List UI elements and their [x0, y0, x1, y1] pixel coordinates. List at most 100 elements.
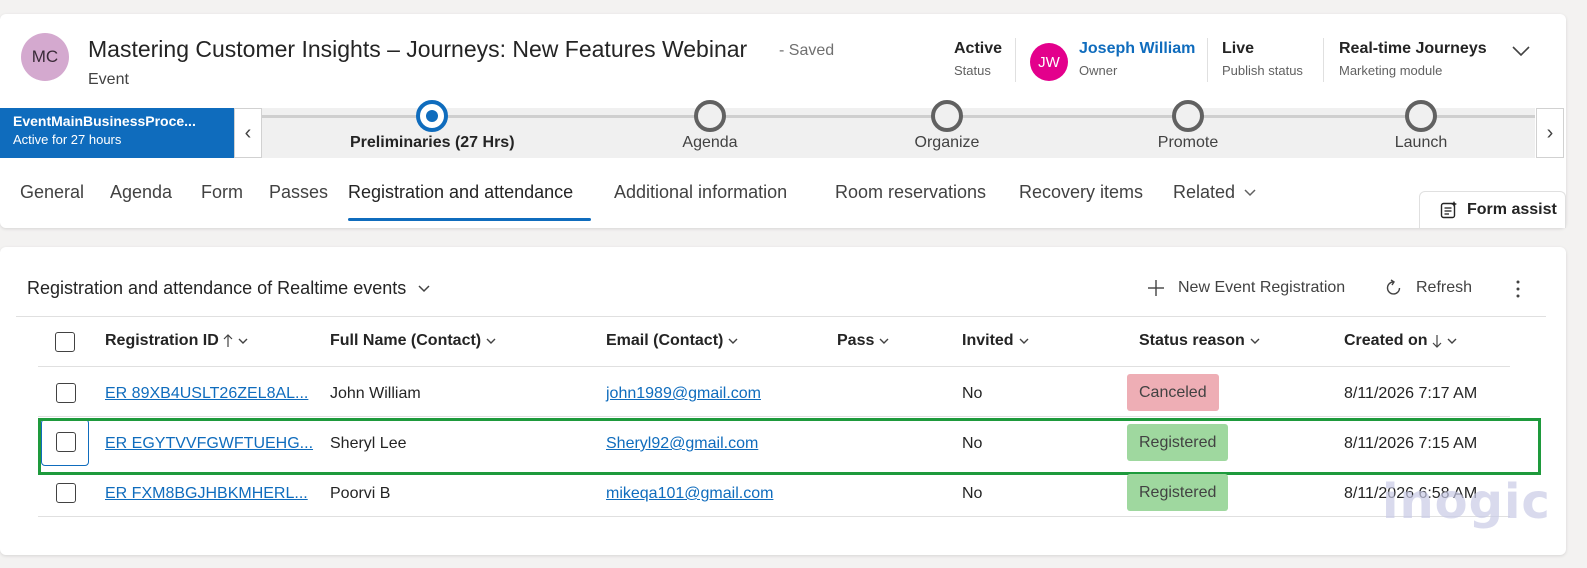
header-field-status: Active Status — [954, 40, 1002, 78]
tab-room-reservations[interactable]: Room reservations — [835, 182, 986, 203]
form-assist-label: Form assist — [1467, 201, 1557, 218]
subgrid-title: Registration and attendance of Realtime … — [27, 278, 407, 298]
bpf-stage-organize[interactable]: Organize — [907, 100, 987, 152]
header-divider — [1323, 38, 1324, 82]
row-divider — [38, 416, 1510, 417]
bpf-stage-label: Launch — [1394, 134, 1448, 151]
watermark-logo: inogic — [1382, 474, 1551, 530]
column-header-invited[interactable]: Invited — [962, 332, 1030, 350]
publish-status-label: Publish status — [1222, 63, 1303, 78]
chevron-down-icon — [238, 338, 248, 344]
bpf-previous-chevron-left-icon[interactable]: ‹ — [234, 108, 262, 158]
column-label: Registration ID — [105, 332, 219, 349]
sort-descending-icon — [1432, 335, 1442, 348]
header-field-marketing-module: Real-time Journeys Marketing module — [1339, 40, 1487, 78]
selected-tab-indicator — [348, 218, 591, 221]
chevron-down-icon — [728, 338, 738, 344]
refresh-label: Refresh — [1416, 279, 1473, 296]
email-link[interactable]: mikeqa101@gmail.com — [606, 485, 773, 503]
subgrid-view-selector[interactable]: Registration and attendance of Realtime … — [27, 278, 431, 299]
full-name-cell: John William — [330, 385, 421, 402]
registration-id-link[interactable]: ER FXM8BGJHBKMHERL... — [105, 485, 308, 503]
stage-circle-icon — [931, 100, 963, 132]
select-all-checkbox[interactable] — [55, 332, 75, 352]
column-header-registration-id[interactable]: Registration ID — [105, 332, 249, 350]
full-name-cell: Poorvi B — [330, 485, 391, 502]
marketing-module-label: Marketing module — [1339, 63, 1443, 78]
bpf-stage-label: Organize — [914, 134, 980, 151]
tab-passes[interactable]: Passes — [269, 182, 328, 203]
owner-avatar[interactable]: JW — [1030, 43, 1068, 81]
header-divider — [1015, 38, 1016, 82]
status-label: Status — [954, 63, 991, 78]
bpf-stage-launch[interactable]: Launch — [1381, 100, 1461, 152]
bpf-stage-agenda[interactable]: Agenda — [670, 100, 750, 152]
tab-additional-information[interactable]: Additional information — [614, 182, 787, 203]
new-event-registration-button[interactable]: New Event Registration — [1146, 278, 1345, 298]
marketing-module-value: Real-time Journeys — [1339, 40, 1487, 57]
business-process-flow: EventMainBusinessProce... Active for 27 … — [0, 100, 1566, 158]
publish-status-value: Live — [1222, 40, 1255, 57]
column-label: Full Name (Contact) — [330, 332, 482, 349]
column-label: Status reason — [1139, 332, 1245, 349]
column-label: Email (Contact) — [606, 332, 724, 349]
row-checkbox[interactable] — [56, 383, 76, 403]
column-header-email[interactable]: Email (Contact) — [606, 332, 739, 350]
chevron-down-icon — [1019, 338, 1029, 344]
more-commands-icon[interactable] — [1512, 279, 1524, 299]
bpf-stage-preliminaries[interactable]: Preliminaries (27 Hrs) — [350, 100, 515, 152]
tab-agenda[interactable]: Agenda — [110, 182, 172, 203]
bpf-active-duration: Active for 27 hours — [13, 132, 122, 147]
form-tab-list: General Agenda Form Passes Registration … — [0, 178, 1400, 222]
new-event-registration-label: New Event Registration — [1178, 279, 1346, 296]
registration-id-link[interactable]: ER 89XB4USLT26ZEL8AL... — [105, 385, 308, 403]
refresh-icon — [1386, 279, 1401, 295]
bpf-process-name: EventMainBusinessProce... — [13, 113, 196, 129]
refresh-button[interactable]: Refresh — [1384, 278, 1472, 298]
column-label: Pass — [837, 332, 875, 349]
bpf-process-flyout[interactable]: EventMainBusinessProce... Active for 27 … — [0, 108, 234, 158]
tab-recovery-items[interactable]: Recovery items — [1019, 182, 1143, 203]
bpf-next-chevron-right-icon[interactable]: › — [1536, 108, 1564, 158]
chevron-down-icon — [1244, 188, 1256, 196]
column-label: Created on — [1344, 332, 1428, 349]
column-header-full-name[interactable]: Full Name (Contact) — [330, 332, 497, 350]
chevron-down-icon — [418, 285, 430, 293]
chevron-down-icon — [879, 338, 889, 344]
bpf-stage-label: Preliminaries (27 Hrs) — [350, 134, 515, 151]
column-header-status-reason[interactable]: Status reason — [1139, 332, 1261, 350]
column-label: Invited — [962, 332, 1014, 349]
status-value: Active — [954, 40, 1003, 57]
form-assist-icon — [1440, 201, 1457, 219]
record-avatar: MC — [21, 33, 69, 81]
plus-icon — [1148, 280, 1164, 296]
chevron-down-icon — [1447, 338, 1457, 344]
tab-related-label: Related — [1173, 182, 1236, 202]
stage-circle-icon — [1172, 100, 1204, 132]
bpf-stage-promote[interactable]: Promote — [1148, 100, 1228, 152]
invited-cell: No — [962, 385, 983, 402]
header-divider — [1207, 38, 1208, 82]
row-highlight-annotation — [38, 418, 1541, 475]
expand-header-chevron-down-icon[interactable] — [1510, 42, 1532, 60]
save-status: - Saved — [779, 42, 835, 59]
tab-general[interactable]: General — [20, 182, 84, 203]
grid-divider — [16, 316, 1546, 317]
tab-related[interactable]: Related — [1173, 182, 1257, 203]
row-divider — [38, 516, 1510, 517]
active-stage-icon — [416, 100, 448, 132]
entity-name: Event — [88, 71, 129, 88]
bpf-stage-label: Agenda — [682, 134, 738, 151]
sort-ascending-icon — [223, 334, 233, 347]
row-checkbox[interactable] — [56, 483, 76, 503]
owner-link[interactable]: Joseph William — [1079, 40, 1195, 58]
email-link[interactable]: john1989@gmail.com — [606, 385, 761, 403]
column-header-pass[interactable]: Pass — [837, 332, 890, 350]
column-header-created-on[interactable]: Created on — [1344, 332, 1458, 350]
status-badge: Registered — [1127, 474, 1229, 511]
tab-registration-and-attendance[interactable]: Registration and attendance — [348, 182, 573, 203]
tab-form[interactable]: Form — [201, 182, 243, 203]
stage-circle-icon — [694, 100, 726, 132]
form-assist-button[interactable]: Form assist — [1419, 191, 1566, 228]
stage-circle-icon — [1405, 100, 1437, 132]
